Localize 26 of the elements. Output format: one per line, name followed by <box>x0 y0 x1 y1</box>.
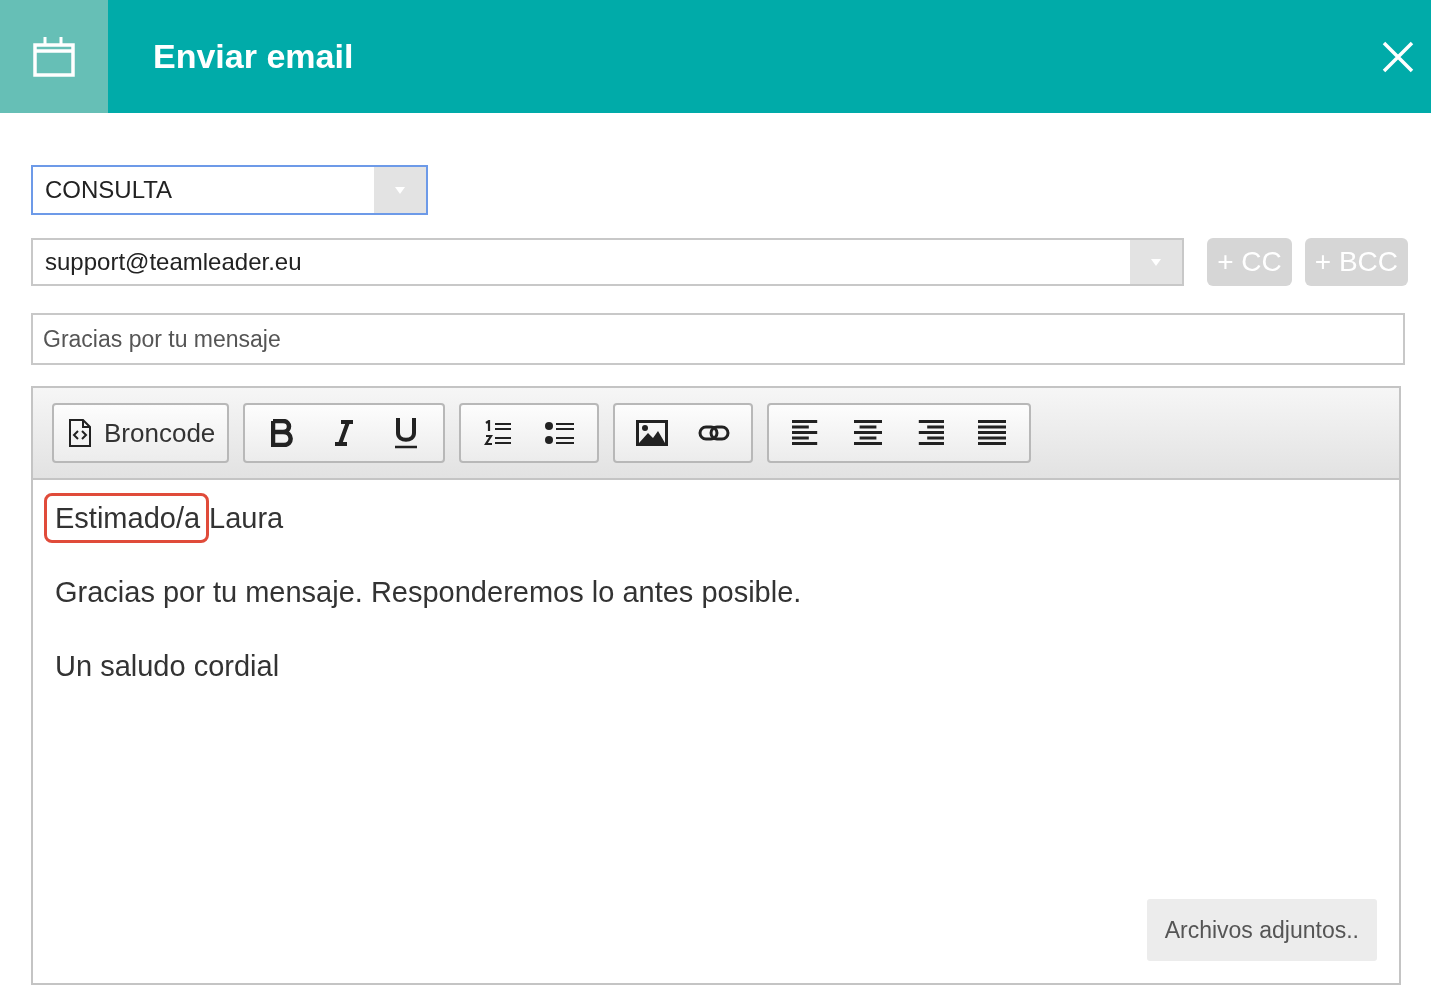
caret-icon <box>1151 258 1162 266</box>
close-icon <box>1382 40 1414 73</box>
window-title: Enviar email <box>153 37 355 76</box>
highlighted-text: Estimado/a <box>44 493 210 543</box>
numbered-list-icon <box>484 420 513 446</box>
image-icon <box>636 420 669 446</box>
italic-icon <box>334 419 355 447</box>
justify-icon <box>978 420 1007 446</box>
bullet-list-icon <box>545 421 576 445</box>
caret-icon <box>395 186 405 194</box>
body-text: Gracias por tu mensaje. Responderemos lo antes posible. <box>55 576 802 608</box>
body-text: Laura <box>209 502 284 534</box>
underline-icon <box>394 417 419 449</box>
subject-field[interactable]: Gracias por tu mensaje <box>31 313 1405 365</box>
calendar-icon <box>33 36 75 77</box>
source-button[interactable]: Broncode <box>62 408 220 458</box>
align-right-icon <box>916 420 945 446</box>
body-text: Un saludo cordial <box>55 650 280 682</box>
recipient-dropdown[interactable]: support@teamleader.eu <box>31 238 1185 286</box>
document-code-icon <box>68 418 92 448</box>
link-icon <box>698 424 731 442</box>
close-button[interactable] <box>1382 40 1414 73</box>
template-dropdown[interactable]: CONSULTA <box>31 165 428 215</box>
attachments-button[interactable]: Archivos adjuntos.. <box>1146 899 1377 961</box>
align-center-icon <box>854 420 883 446</box>
bold-icon <box>271 419 294 447</box>
